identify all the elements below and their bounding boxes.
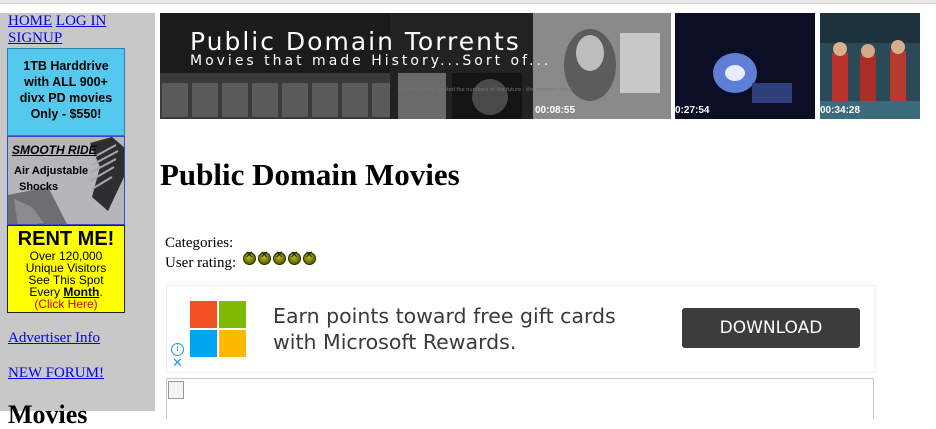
sidebar-heading: Movies bbox=[8, 400, 88, 429]
shocks-ad[interactable]: SMOOTH RIDE Air Adjustable Shocks bbox=[7, 136, 125, 225]
harddrive-ad-line: divx PD movies bbox=[19, 91, 113, 105]
rating-star-icon bbox=[258, 250, 271, 265]
advertiser-info-link[interactable]: Advertiser Info bbox=[8, 330, 100, 347]
thumbnail-timestamp: 00:08:55 bbox=[535, 105, 576, 116]
shocks-ad-line: Shocks bbox=[19, 181, 59, 193]
shocks-ad-text: Air Adjustable Shocks bbox=[14, 163, 88, 195]
site-banner[interactable]: a hand in here created the numbers of th… bbox=[160, 13, 920, 119]
harddrive-ad-line: with ALL 900+ bbox=[24, 75, 108, 89]
top-border bbox=[0, 0, 936, 4]
logo-square bbox=[190, 301, 217, 328]
shocks-ad-line: Air Adjustable bbox=[14, 165, 89, 177]
broken-image-icon bbox=[168, 381, 184, 399]
logo-square bbox=[190, 330, 217, 357]
banner-title: Public Domain Torrents bbox=[190, 27, 521, 56]
broken-image-frame bbox=[166, 378, 874, 419]
rent-me-click: (Click Here) bbox=[34, 297, 98, 311]
microsoft-logo-icon bbox=[190, 301, 246, 357]
rating-star-icon bbox=[273, 250, 286, 265]
home-link[interactable]: HOME bbox=[8, 13, 52, 29]
signup-link[interactable]: SIGNUP bbox=[8, 30, 62, 46]
page-title: Public Domain Movies bbox=[160, 157, 460, 192]
rating-star-icon bbox=[288, 250, 301, 265]
thumbnail-timestamp: 00:34:28 bbox=[820, 105, 861, 116]
logo-square bbox=[219, 301, 246, 328]
rating-stars bbox=[243, 250, 316, 265]
shocks-ad-title: SMOOTH RIDE bbox=[12, 143, 97, 157]
rent-me-ad[interactable]: RENT ME! Over 120,000 Unique Visitors Se… bbox=[7, 225, 125, 313]
rating-star-icon bbox=[243, 250, 256, 265]
microsoft-rewards-ad[interactable]: Earn points toward free gift cards with … bbox=[166, 285, 876, 373]
logo-square bbox=[219, 330, 246, 357]
rent-me-title: RENT ME! bbox=[17, 228, 115, 250]
categories-label: Categories: bbox=[165, 235, 234, 251]
banner-small-text: a hand in here created the numbers of th… bbox=[398, 87, 572, 93]
harddrive-ad-line: 1TB Harddrive bbox=[23, 59, 109, 73]
harddrive-ad[interactable]: 1TB Harddrive with ALL 900+ divx PD movi… bbox=[7, 48, 125, 136]
ad-close-icon[interactable]: ✕ bbox=[172, 357, 183, 370]
ad-text-line: with Microsoft Rewards. bbox=[273, 330, 517, 354]
login-link[interactable]: LOG IN bbox=[56, 13, 106, 29]
sidebar: HOME LOG IN SIGNUP 1TB Harddrive with AL… bbox=[0, 13, 155, 428]
ad-info-icon[interactable]: i bbox=[171, 343, 184, 356]
harddrive-ad-line: Only - $550! bbox=[30, 107, 102, 121]
user-rating-label: User rating: bbox=[165, 255, 237, 271]
nav-links: HOME LOG IN SIGNUP bbox=[8, 13, 126, 47]
ad-text-line: Earn points toward free gift cards bbox=[273, 304, 616, 328]
banner-subtitle: Movies that made History...Sort of... bbox=[190, 53, 552, 69]
rating-star-icon bbox=[303, 250, 316, 265]
ad-text: Earn points toward free gift cards with … bbox=[273, 303, 616, 355]
thumbnail-timestamp: 0:27:54 bbox=[675, 105, 710, 116]
new-forum-link[interactable]: NEW FORUM! bbox=[8, 365, 104, 382]
download-button[interactable]: DOWNLOAD bbox=[682, 308, 860, 348]
